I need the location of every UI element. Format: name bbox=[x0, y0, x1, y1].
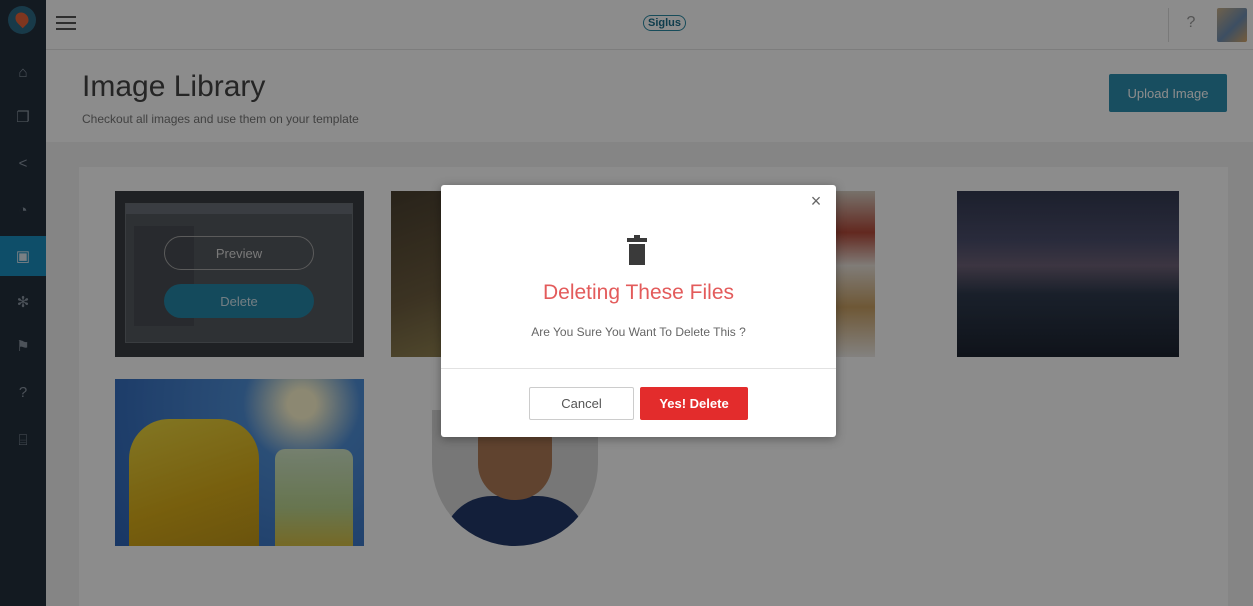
dialog-title: Deleting These Files bbox=[542, 281, 735, 304]
dialog-message: Are You Sure You Want To Delete This ? bbox=[531, 325, 746, 339]
trash-icon bbox=[627, 235, 647, 265]
close-icon[interactable]: × bbox=[806, 191, 826, 211]
cancel-button[interactable]: Cancel bbox=[529, 387, 634, 420]
divider bbox=[441, 368, 836, 369]
confirm-delete-button[interactable]: Yes! Delete bbox=[640, 387, 748, 420]
delete-confirm-dialog: × Deleting These Files Are You Sure You … bbox=[441, 185, 836, 437]
